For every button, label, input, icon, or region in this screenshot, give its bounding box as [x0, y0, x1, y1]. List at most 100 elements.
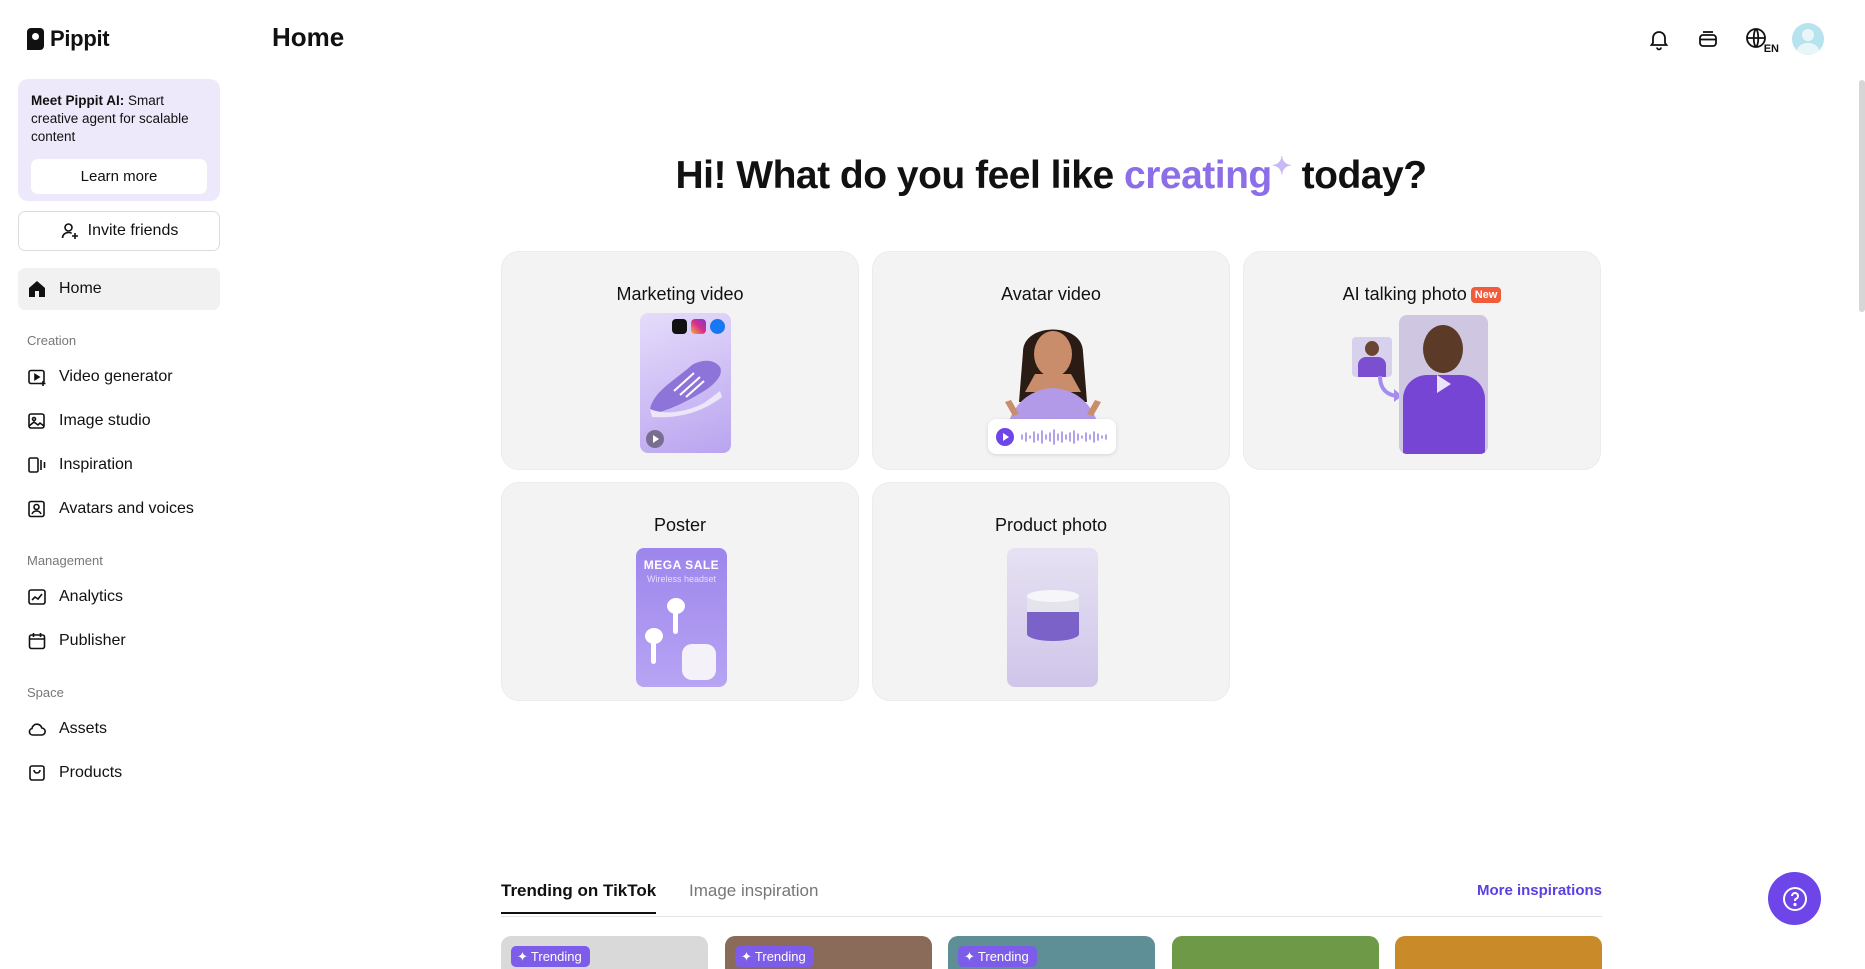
sidebar-item-analytics[interactable]: Analytics [18, 577, 220, 617]
card-poster[interactable]: Poster MEGA SALE Wireless headset [501, 482, 859, 701]
card-title: Marketing video [616, 284, 744, 304]
trending-badge: ✦ Trending [958, 946, 1037, 967]
sparkle-icon: ✦ [741, 948, 752, 964]
source-photo-thumbnail [1352, 337, 1392, 377]
trending-card[interactable] [1395, 936, 1602, 969]
instagram-icon [691, 319, 706, 334]
sidebar-item-label: Image studio [59, 412, 151, 429]
inspiration-tabs: Trending on TikTok Image inspiration Mor… [501, 877, 1602, 917]
bell-icon [1649, 31, 1669, 51]
play-icon [1437, 375, 1451, 393]
product-photo-thumbnail [1007, 548, 1098, 687]
page-title: Home [272, 22, 345, 52]
trending-card[interactable]: ✦ Trending [501, 936, 708, 969]
sidebar-item-label: Publisher [59, 632, 126, 649]
tab-image-inspiration[interactable]: Image inspiration [689, 881, 818, 901]
stack-icon [1699, 31, 1717, 47]
sidebar-item-label: Video generator [59, 368, 173, 385]
card-title: Product photo [994, 515, 1108, 535]
help-button[interactable] [1768, 872, 1821, 925]
sidebar-item-inspiration[interactable]: Inspiration [18, 445, 220, 485]
section-space: Space [27, 685, 64, 700]
sidebar-item-image-studio[interactable]: Image studio [18, 401, 220, 441]
image-studio-icon [27, 411, 47, 431]
sidebar-item-label: Products [59, 764, 123, 781]
sidebar-item-label: Inspiration [59, 456, 133, 473]
hero-text-accent: creating [1124, 154, 1272, 197]
talking-photo-thumbnail [1399, 315, 1488, 454]
sidebar-item-publisher[interactable]: Publisher [18, 621, 220, 661]
trending-card[interactable]: ✦ Trending [725, 936, 932, 969]
card-marketing-video[interactable]: Marketing video [501, 251, 859, 470]
earbuds-image [645, 598, 716, 680]
sidebar-item-label: Home [59, 280, 102, 297]
card-product-photo[interactable]: Product photo [872, 482, 1230, 701]
language-code: EN [1763, 43, 1779, 55]
learn-more-button[interactable]: Learn more [31, 159, 207, 194]
card-title: Poster [653, 515, 707, 535]
sidebar-item-assets[interactable]: Assets [18, 709, 220, 749]
trending-card[interactable] [1172, 936, 1379, 969]
sparkle-icon: ✦ [964, 948, 975, 964]
trending-badge: ✦ Trending [511, 946, 590, 967]
card-title: AI talking photo [1342, 284, 1467, 304]
sidebar-item-label: Analytics [59, 588, 124, 605]
invite-friends-label: Invite friends [87, 222, 179, 239]
calendar-icon [27, 631, 47, 651]
poster-thumbnail: MEGA SALE Wireless headset [636, 548, 727, 687]
promo-text-bold: Meet Pippit AI: [31, 93, 125, 108]
more-inspirations-link[interactable]: More inspirations [1477, 882, 1602, 899]
user-avatar[interactable] [1792, 23, 1824, 55]
credits-button[interactable] [1694, 25, 1722, 53]
language-button[interactable]: EN [1743, 25, 1779, 55]
header-actions: EN [1645, 23, 1824, 55]
trending-badge-label: Trending [977, 949, 1029, 964]
promo-card: Meet Pippit AI: Smart creative agent for… [18, 79, 220, 201]
invite-friends-button[interactable]: Invite friends [18, 211, 220, 251]
trending-badge-label: Trending [754, 949, 806, 964]
sidebar-item-avatars-and-voices[interactable]: Avatars and voices [18, 489, 220, 529]
notification-button[interactable] [1645, 25, 1673, 53]
trending-card[interactable]: ✦ Trending [948, 936, 1155, 969]
sparkle-icon: ✦ [1271, 153, 1292, 180]
play-icon [996, 428, 1014, 446]
poster-headline: MEGA SALE [643, 558, 720, 572]
tab-trending-on-tiktok[interactable]: Trending on TikTok [501, 881, 657, 914]
analytics-icon [27, 587, 47, 607]
avatar-icon [27, 499, 47, 519]
add-user-icon [60, 221, 80, 241]
card-title: Avatar video [1001, 284, 1101, 304]
video-generator-icon [27, 367, 47, 387]
facebook-icon [710, 319, 725, 334]
sidebar-item-label: Assets [59, 720, 108, 737]
tiktok-icon [672, 319, 687, 334]
play-icon [646, 430, 664, 448]
cream-jar-image [1027, 590, 1079, 641]
card-title-wrap: AI talking photo New [1244, 284, 1600, 305]
inspiration-icon [27, 455, 47, 475]
pippit-logo-icon [27, 28, 44, 50]
brand-name: Pippit [50, 26, 110, 51]
promo-text: Meet Pippit AI: Smart creative agent for… [31, 92, 207, 146]
card-ai-talking-photo[interactable]: AI talking photo New [1243, 251, 1601, 470]
waveform-icon [1021, 429, 1107, 445]
marketing-video-thumbnail [640, 313, 731, 453]
help-icon [1782, 886, 1807, 911]
sidebar-item-video-generator[interactable]: Video generator [18, 357, 220, 397]
sidebar-item-home[interactable]: Home [18, 268, 220, 310]
poster-subtitle: Wireless headset [646, 574, 717, 584]
scrollbar[interactable] [1859, 80, 1865, 312]
section-creation: Creation [27, 333, 77, 348]
sidebar-item-products[interactable]: Products [18, 753, 220, 793]
section-management: Management [27, 553, 103, 568]
pippit-logo[interactable]: Pippit [27, 26, 110, 52]
shopping-bag-icon [27, 763, 47, 783]
home-icon [27, 279, 47, 299]
audio-waveform [988, 419, 1116, 454]
hero-text-start: Hi! What do you feel like [675, 154, 1125, 197]
trending-badge-label: Trending [530, 949, 582, 964]
cloud-icon [27, 719, 47, 739]
hero-text-end: today? [1291, 154, 1427, 197]
sparkle-icon: ✦ [517, 948, 528, 964]
card-avatar-video[interactable]: Avatar video [872, 251, 1230, 470]
